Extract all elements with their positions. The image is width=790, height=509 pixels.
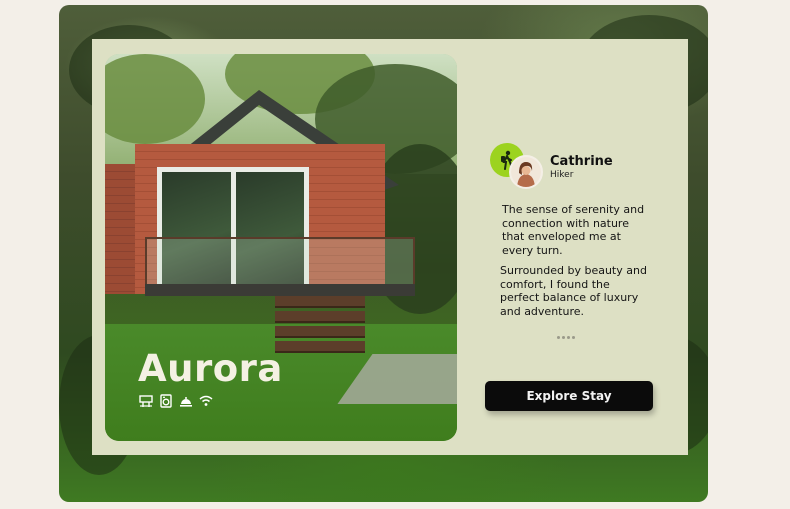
carousel-dot[interactable] [557,336,560,339]
review-paragraph: Surrounded by beauty and comfort, I foun… [500,264,647,318]
washing-machine-icon [159,394,173,408]
room-service-icon [179,394,193,408]
reviewer-name: Cathrine [550,154,613,169]
carousel-dot[interactable] [572,336,575,339]
bathroom-icon [139,394,153,408]
reviewer-role: Hiker [550,170,574,180]
carousel-dot[interactable] [567,336,570,339]
amenity-list [139,394,213,408]
carousel-dots[interactable] [557,336,575,339]
carousel-dot[interactable] [562,336,565,339]
listing-title: Aurora [138,347,283,390]
review-paragraph: The sense of serenity and connection wit… [502,203,645,257]
wifi-icon [199,394,213,408]
cabin-photo: Aurora [105,54,457,441]
avatar [509,155,543,189]
explore-stay-button[interactable]: Explore Stay [485,381,653,411]
